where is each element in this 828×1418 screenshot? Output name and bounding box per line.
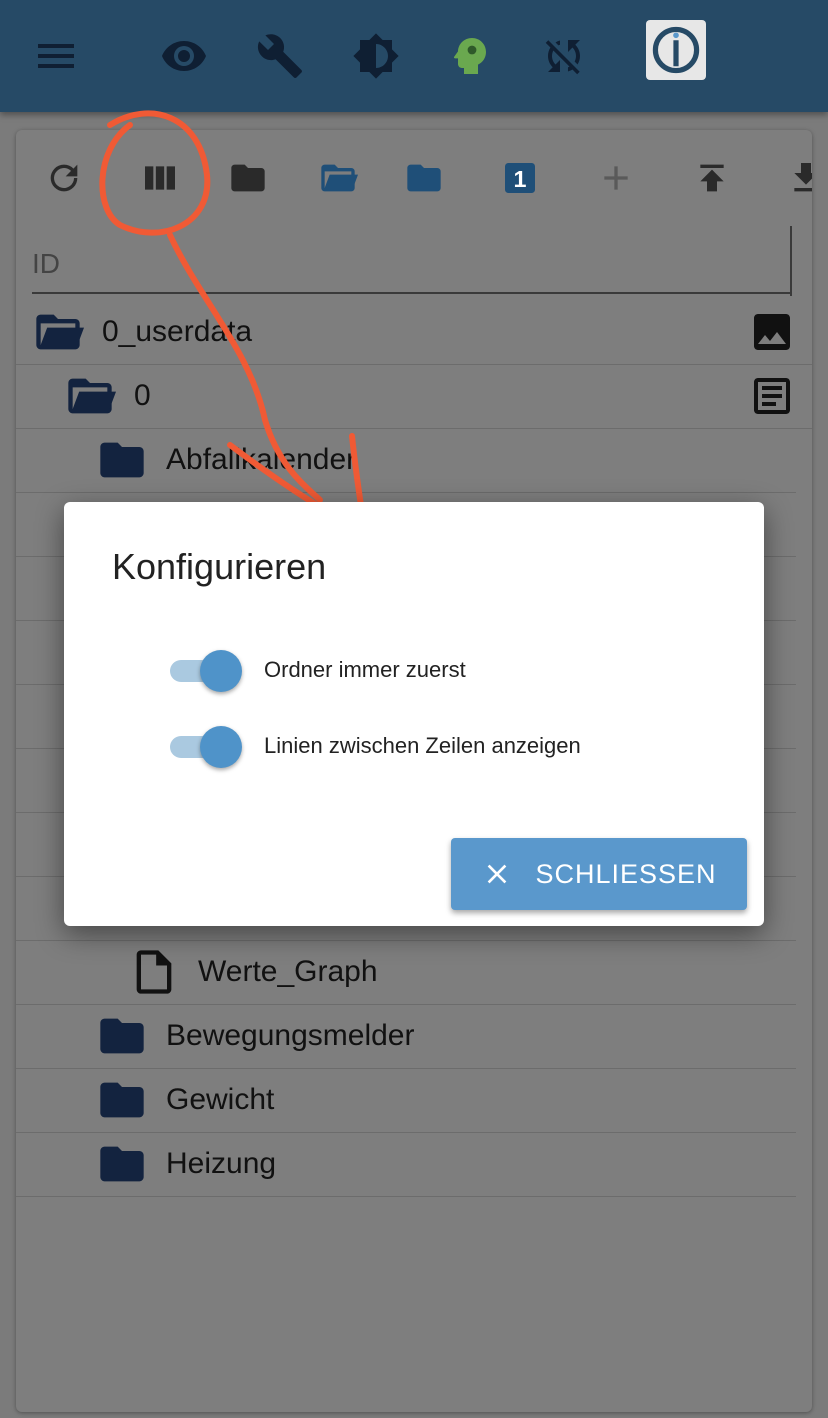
folder-icon <box>100 442 144 478</box>
document-icon[interactable] <box>748 372 796 420</box>
tree-row-label: Heizung <box>166 1147 277 1180</box>
option-label: Linien zwischen Zeilen anzeigen <box>264 733 581 758</box>
close-button-label: SCHLIESSEN <box>535 858 717 889</box>
wrench-icon[interactable] <box>252 28 308 84</box>
brightness-icon[interactable] <box>348 28 404 84</box>
badge-number: 1 <box>514 166 527 192</box>
menu-icon[interactable] <box>28 28 84 84</box>
columns-icon[interactable] <box>136 154 184 202</box>
tree-row[interactable]: Werte_Graph <box>16 940 796 1005</box>
iobroker-logo[interactable] <box>646 20 706 80</box>
tree-row[interactable]: Gewicht <box>16 1068 796 1133</box>
folder-icon <box>100 1082 144 1118</box>
tree-row-label: Abfallkalender <box>166 443 357 476</box>
tree-row[interactable]: Abfallkalender <box>16 428 796 493</box>
column-divider[interactable] <box>790 226 812 296</box>
add-icon[interactable] <box>592 154 640 202</box>
tree-row-label: Bewegungsmelder <box>166 1019 415 1052</box>
expert-head-icon[interactable] <box>442 28 498 84</box>
tree-row[interactable]: Bewegungsmelder <box>16 1004 796 1069</box>
tree-row-label: Werte_Graph <box>198 955 378 988</box>
option-label: Ordner immer zuerst <box>264 657 466 682</box>
option-folders-first[interactable]: Ordner immer zuerst <box>168 648 466 692</box>
tree-row-label: 0_userdata <box>102 315 253 348</box>
toolbar: 1 <box>16 130 812 226</box>
close-icon <box>488 864 507 884</box>
option-row-lines[interactable]: Linien zwischen Zeilen anzeigen <box>168 724 581 768</box>
close-button[interactable]: SCHLIESSEN <box>451 838 747 910</box>
folder-icon <box>100 1146 144 1182</box>
eye-icon[interactable] <box>156 28 212 84</box>
folder-blue-icon[interactable] <box>400 154 448 202</box>
column-header-id-label: ID <box>32 248 60 279</box>
tree-row[interactable]: 0_userdata <box>16 300 812 365</box>
app-bar <box>0 0 828 112</box>
sync-disabled-icon[interactable] <box>536 28 592 84</box>
folder-open-icon[interactable] <box>314 154 362 202</box>
upload-icon[interactable] <box>688 154 736 202</box>
folder-icon[interactable] <box>224 154 272 202</box>
folder-icon <box>100 1018 144 1054</box>
image-icon[interactable] <box>748 308 796 356</box>
configure-dialog: Konfigurieren Ordner immer zuerst Linien… <box>64 502 764 926</box>
toggle-switch[interactable] <box>168 724 244 768</box>
tree-row-label: 0 <box>134 379 151 412</box>
dialog-title: Konfigurieren <box>112 546 327 587</box>
folder-open-icon <box>36 314 84 350</box>
tree-row-label: Gewicht <box>166 1083 275 1116</box>
tree-row[interactable]: 0 <box>16 364 812 429</box>
file-icon <box>136 950 172 994</box>
download-icon[interactable] <box>782 154 812 202</box>
toggle-switch[interactable] <box>168 648 244 692</box>
number-one-icon[interactable]: 1 <box>496 154 544 202</box>
column-header-id[interactable]: ID <box>32 242 792 294</box>
folder-open-icon <box>68 378 116 414</box>
refresh-icon[interactable] <box>40 154 88 202</box>
tree-row[interactable]: Heizung <box>16 1132 796 1197</box>
